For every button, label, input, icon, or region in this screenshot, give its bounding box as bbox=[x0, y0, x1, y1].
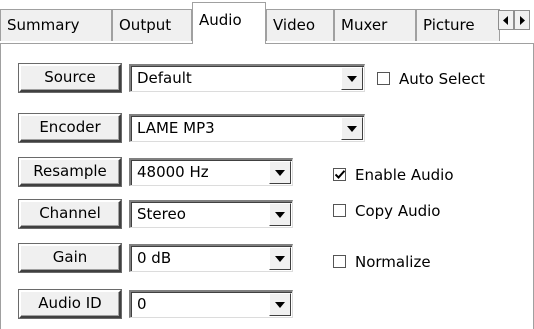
tab-muxer[interactable]: Muxer bbox=[334, 9, 416, 41]
resample-dropdown-button[interactable] bbox=[269, 161, 291, 184]
resample-button[interactable]: Resample bbox=[19, 158, 121, 186]
triangle-down-icon bbox=[275, 256, 285, 262]
enable-audio-label: Enable Audio bbox=[355, 166, 454, 184]
tab-audio[interactable]: Audio bbox=[192, 2, 266, 44]
resample-combo[interactable]: 48000 Hz bbox=[129, 158, 293, 186]
copy-audio-label: Copy Audio bbox=[355, 202, 441, 220]
audio-id-button[interactable]: Audio ID bbox=[19, 290, 121, 318]
gain-combo[interactable]: 0 dB bbox=[129, 244, 293, 272]
tab-video[interactable]: Video bbox=[266, 9, 334, 41]
audio-id-combo[interactable]: 0 bbox=[129, 290, 293, 318]
auto-select-option[interactable]: Auto Select bbox=[377, 69, 517, 89]
auto-select-checkbox[interactable] bbox=[377, 72, 390, 85]
triangle-down-icon bbox=[275, 302, 285, 308]
source-value: Default bbox=[137, 69, 192, 87]
triangle-down-icon bbox=[347, 76, 357, 82]
normalize-label: Normalize bbox=[355, 253, 431, 271]
check-icon bbox=[335, 170, 345, 179]
tab-strip-divider bbox=[0, 43, 534, 44]
resample-value: 48000 Hz bbox=[137, 163, 209, 181]
encoder-dropdown-button[interactable] bbox=[341, 117, 363, 140]
triangle-right-icon bbox=[520, 16, 525, 25]
tab-scroll-right-button[interactable] bbox=[514, 10, 530, 30]
normalize-option[interactable]: Normalize bbox=[333, 252, 473, 272]
audio-settings-panel: Source Default Auto Select Encoder LAME … bbox=[0, 44, 534, 329]
gain-button[interactable]: Gain bbox=[19, 244, 121, 272]
copy-audio-option[interactable]: Copy Audio bbox=[333, 201, 493, 221]
auto-select-label: Auto Select bbox=[399, 70, 485, 88]
tab-picture[interactable]: Picture bbox=[416, 9, 500, 41]
source-combo[interactable]: Default bbox=[129, 64, 365, 92]
audio-id-dropdown-button[interactable] bbox=[269, 293, 291, 316]
triangle-left-icon bbox=[503, 16, 508, 25]
channel-dropdown-button[interactable] bbox=[269, 203, 291, 226]
encoder-value: LAME MP3 bbox=[137, 119, 215, 137]
triangle-down-icon bbox=[347, 126, 357, 132]
triangle-down-icon bbox=[275, 170, 285, 176]
tab-output[interactable]: Output bbox=[112, 9, 192, 41]
enable-audio-option[interactable]: Enable Audio bbox=[333, 165, 493, 185]
triangle-down-icon bbox=[275, 212, 285, 218]
source-dropdown-button[interactable] bbox=[341, 67, 363, 90]
tab-summary[interactable]: Summary bbox=[0, 9, 112, 41]
channel-combo[interactable]: Stereo bbox=[129, 200, 293, 228]
audio-id-value: 0 bbox=[137, 295, 147, 313]
encoder-button[interactable]: Encoder bbox=[19, 114, 121, 142]
copy-audio-checkbox[interactable] bbox=[333, 204, 346, 217]
encoder-combo[interactable]: LAME MP3 bbox=[129, 114, 365, 142]
channel-value: Stereo bbox=[137, 205, 186, 223]
source-button[interactable]: Source bbox=[19, 64, 121, 92]
tab-scroll-left-button[interactable] bbox=[498, 10, 514, 30]
gain-value: 0 dB bbox=[137, 249, 172, 267]
gain-dropdown-button[interactable] bbox=[269, 247, 291, 270]
channel-button[interactable]: Channel bbox=[19, 200, 121, 228]
tab-strip: Summary Output Audio Video Muxer Picture bbox=[0, 0, 534, 44]
normalize-checkbox[interactable] bbox=[333, 255, 346, 268]
enable-audio-checkbox[interactable] bbox=[333, 168, 346, 181]
